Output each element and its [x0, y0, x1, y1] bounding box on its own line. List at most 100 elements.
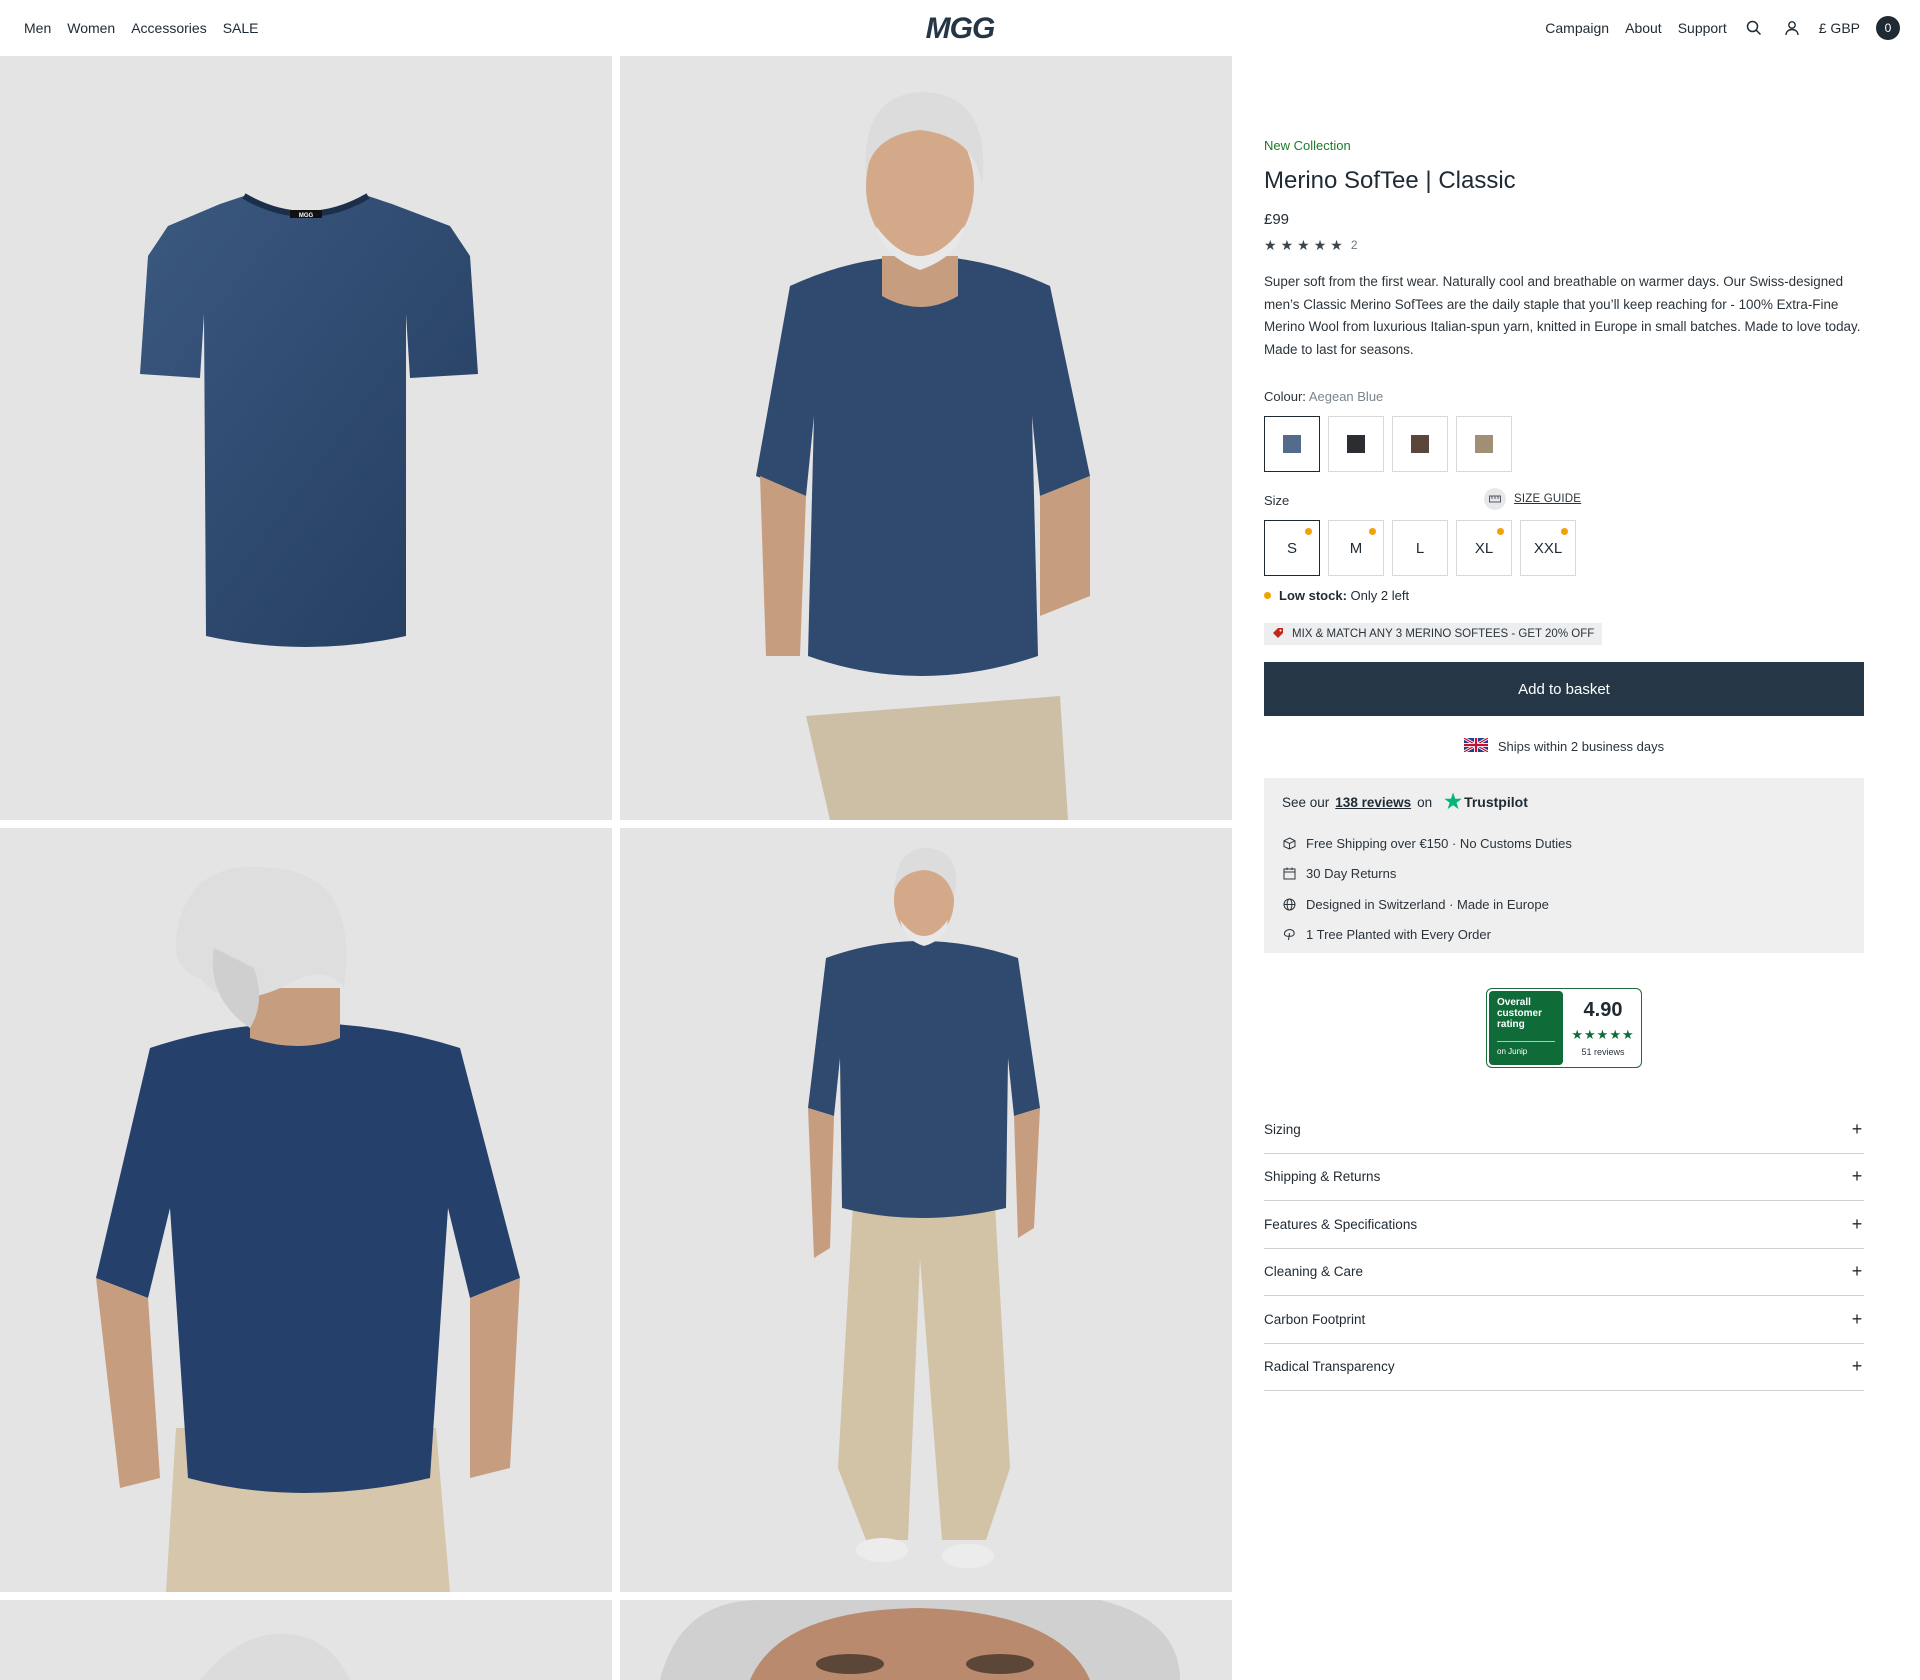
size-option-label: XXL [1533, 539, 1563, 557]
usp-item: 1 Tree Planted with Every Order [1282, 920, 1572, 951]
product-gallery: MGG [0, 56, 1232, 1680]
size-option-xxl[interactable]: XXL [1520, 520, 1576, 576]
product-image-model-back[interactable] [0, 828, 612, 1592]
usp-text: 1 Tree Planted with Every Order [1306, 927, 1491, 943]
colour-swatch[interactable] [1328, 416, 1384, 472]
tree-icon [1282, 928, 1296, 942]
colour-swatch[interactable] [1456, 416, 1512, 472]
size-option-label: L [1415, 539, 1425, 557]
trust-on: on [1417, 794, 1433, 810]
star-icon: ★ [1280, 237, 1294, 253]
colour-swatch[interactable] [1392, 416, 1448, 472]
size-guide-label: SIZE GUIDE [1514, 493, 1582, 505]
currency-selector[interactable]: £ GBP [1819, 20, 1860, 36]
selected-colour-name: Aegean Blue [1308, 389, 1384, 404]
usp-item: 30 Day Returns [1282, 859, 1572, 890]
accordion-item-label: Shipping & Returns [1264, 1169, 1381, 1185]
colour-chip [1283, 435, 1301, 453]
low-stock-dot-icon [1264, 592, 1271, 599]
promo-badge: MIX & MATCH ANY 3 MERINO SOFTEES - GET 2… [1264, 623, 1603, 645]
size-option-s[interactable]: S [1264, 520, 1320, 576]
product-image-flat[interactable]: MGG [0, 56, 612, 820]
usp-list: Free Shipping over €150 · No Customs Dut… [1282, 828, 1572, 950]
review-count[interactable]: 2 [1351, 238, 1358, 252]
accordion-item[interactable]: Features & Specifications + [1264, 1201, 1864, 1249]
product-rating[interactable]: ★ ★ ★ ★ ★ 2 [1264, 238, 1358, 252]
low-stock-dot-icon [1369, 528, 1376, 535]
accordion-item[interactable]: Carbon Footprint + [1264, 1296, 1864, 1344]
search-icon[interactable] [1743, 17, 1765, 39]
accordion-item-label: Cleaning & Care [1264, 1264, 1364, 1280]
plus-icon: + [1851, 1213, 1863, 1234]
box-icon [1282, 836, 1296, 850]
colour-chip [1347, 435, 1365, 453]
junip-divider [1497, 1041, 1555, 1042]
usp-box: See our 138 reviews on ★ Trustpilot Free… [1264, 778, 1864, 953]
junip-review-count: 51 reviews [1581, 1047, 1625, 1057]
globe-icon [1282, 897, 1296, 911]
hair-crop-illustration [200, 1633, 350, 1680]
site-header: Men Women Accessories SALE MGG Campaign … [0, 0, 1920, 56]
star-icon: ★ [1297, 237, 1310, 253]
star-icon: ★ [1313, 237, 1327, 253]
colour-chip [1411, 435, 1429, 453]
collection-tag[interactable]: New Collection [1264, 138, 1351, 153]
nav-link-accessories[interactable]: Accessories [131, 20, 206, 36]
junip-score: 4.90 [1583, 999, 1623, 1021]
accordion-item[interactable]: Sizing + [1264, 1106, 1864, 1154]
product-accordion: Sizing + Shipping & Returns + Features & Spe… [1264, 1106, 1864, 1391]
star-icon: ★ [1264, 237, 1277, 253]
accordion-item[interactable]: Radical Transparency + [1264, 1344, 1864, 1391]
model-front-illustration [756, 92, 1090, 820]
plus-icon: + [1851, 1261, 1863, 1282]
account-icon[interactable] [1781, 17, 1803, 39]
plus-icon: + [1851, 1166, 1863, 1187]
size-options: S M L XL XXL [1264, 520, 1576, 576]
product-image-model-front[interactable] [620, 56, 1232, 820]
size-guide-link[interactable]: SIZE GUIDE [1484, 488, 1581, 510]
tshirt-flat-illustration: MGG [140, 193, 478, 647]
size-option-l[interactable]: L [1392, 520, 1448, 576]
plus-icon: + [1851, 1308, 1863, 1329]
tag-icon [1272, 627, 1284, 642]
stock-status: Low stock: Only 2 left [1264, 588, 1409, 603]
nav-link-women[interactable]: Women [67, 20, 115, 36]
brand-logo[interactable]: MGG [906, 12, 1014, 44]
plus-icon: + [1851, 1356, 1863, 1377]
product-image-partial-5[interactable] [0, 1600, 612, 1680]
size-option-label: M [1349, 539, 1363, 557]
size-label: Size [1264, 493, 1290, 508]
model-back-illustration [96, 866, 520, 1592]
nav-link-men[interactable]: Men [24, 20, 51, 36]
face-closeup-illustration [660, 1600, 1180, 1680]
junip-rating-badge[interactable]: Overall customer rating on Junip 4.90 ★★… [1486, 988, 1642, 1068]
accordion-item[interactable]: Shipping & Returns + [1264, 1154, 1864, 1201]
size-option-xl[interactable]: XL [1456, 520, 1512, 576]
product-title: Merino SofTee | Classic [1264, 167, 1516, 194]
usp-text: 30 Day Returns [1306, 866, 1397, 882]
low-stock-dot-icon [1561, 528, 1568, 535]
trustpilot-logo[interactable]: ★ Trustpilot [1444, 791, 1528, 813]
colour-swatches [1264, 416, 1512, 472]
accordion-item[interactable]: Cleaning & Care + [1264, 1249, 1864, 1296]
product-image-partial-6[interactable] [620, 1600, 1232, 1680]
product-image-model-full[interactable] [620, 828, 1232, 1592]
uk-flag-icon [1463, 736, 1489, 755]
colour-swatch[interactable] [1264, 416, 1320, 472]
nav-link-support[interactable]: Support [1678, 20, 1727, 36]
nav-link-campaign[interactable]: Campaign [1545, 20, 1609, 36]
cart-count-badge[interactable]: 0 [1876, 16, 1900, 40]
trustpilot-star-icon: ★ [1444, 791, 1463, 813]
usp-item: Free Shipping over €150 · No Customs Dut… [1282, 828, 1572, 859]
trust-prefix: See our [1282, 794, 1330, 810]
calendar-icon [1282, 867, 1296, 881]
usp-item: Designed in Switzerland · Made in Europe [1282, 889, 1572, 920]
size-option-m[interactable]: M [1328, 520, 1384, 576]
nav-link-sale[interactable]: SALE [223, 20, 259, 36]
trustpilot-row: See our 138 reviews on ★ Trustpilot [1282, 791, 1528, 813]
add-to-basket-button[interactable]: Add to basket [1264, 662, 1864, 716]
product-price: £99 [1264, 211, 1290, 228]
model-full-illustration [808, 848, 1040, 1568]
nav-link-about[interactable]: About [1625, 20, 1662, 36]
trustpilot-reviews-link[interactable]: 138 reviews [1335, 795, 1411, 810]
